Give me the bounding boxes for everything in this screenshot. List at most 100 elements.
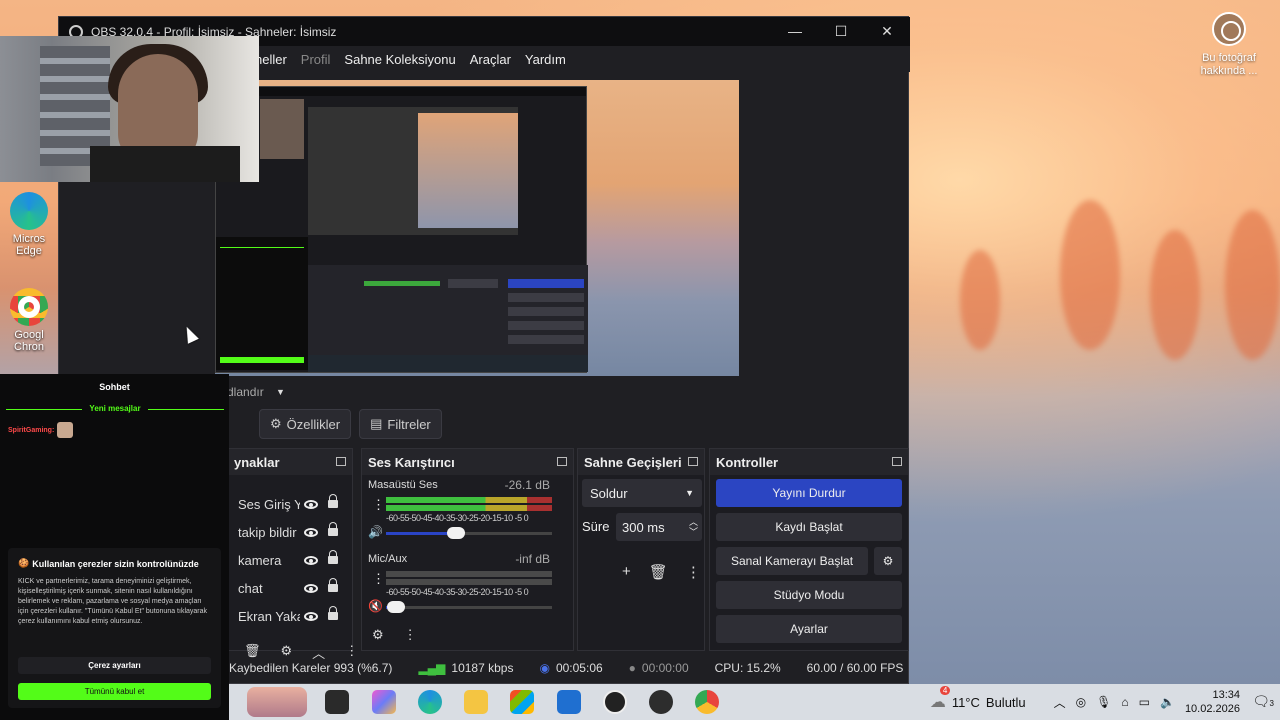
- obs-taskbar-icon[interactable]: [603, 690, 627, 714]
- stream-time: 00:05:06: [555, 661, 603, 675]
- minimize-button[interactable]: —: [772, 23, 818, 40]
- controls-dock-title: Kontroller: [716, 454, 779, 470]
- chevron-down-icon: ▼: [685, 488, 694, 498]
- speaker-icon[interactable]: 🔊: [368, 525, 383, 539]
- settings-button[interactable]: Ayarlar: [716, 615, 902, 643]
- maximize-button[interactable]: ☐: [818, 23, 864, 40]
- clock[interactable]: 13:34 10.02.2026: [1185, 688, 1240, 716]
- add-icon[interactable]: +: [622, 563, 631, 581]
- more-icon[interactable]: ⋮: [372, 497, 385, 513]
- lock-icon[interactable]: [328, 522, 338, 536]
- close-button[interactable]: ✕: [864, 23, 910, 40]
- cookie-settings-button[interactable]: Çerez ayarları: [18, 657, 211, 674]
- virtual-cam-button[interactable]: Sanal Kamerayı Başlat: [716, 547, 868, 575]
- more-icon[interactable]: ⋮: [404, 627, 417, 643]
- cookie-icon: 🍪: [18, 558, 30, 568]
- more-icon[interactable]: ⋮: [686, 563, 701, 581]
- transition-select[interactable]: Soldur ▼: [582, 479, 702, 507]
- menu-scenes[interactable]: neller: [255, 52, 287, 67]
- chevron-up-icon[interactable]: ︿: [1054, 694, 1066, 711]
- popout-icon[interactable]: [557, 457, 567, 466]
- desktop-icon-chrome[interactable]: Googl Chron: [6, 288, 52, 353]
- file-explorer-icon[interactable]: [464, 690, 488, 714]
- menu-profile[interactable]: Profil: [301, 52, 331, 67]
- task-view-icon[interactable]: [325, 690, 349, 714]
- more-icon[interactable]: ⋮: [372, 571, 385, 587]
- popout-icon[interactable]: [336, 457, 346, 466]
- scene-preview[interactable]: [215, 80, 739, 376]
- cookie-title: Kullanılan çerezler sizin kontrolünüzde: [32, 558, 199, 569]
- edge-icon[interactable]: [418, 690, 442, 714]
- menu-scene-collection[interactable]: Sahne Koleksiyonu: [344, 52, 455, 67]
- nested-webcam: [260, 99, 304, 159]
- level-meter: [386, 571, 552, 577]
- source-item[interactable]: Ekran Yaka: [228, 602, 378, 630]
- source-item[interactable]: chat: [228, 574, 378, 602]
- media-player-icon[interactable]: [649, 690, 673, 714]
- volume-knob[interactable]: [386, 601, 405, 613]
- network-icon[interactable]: ⌂: [1121, 695, 1128, 709]
- wallpaper-flamingo: [960, 250, 1000, 350]
- copilot-icon[interactable]: [372, 690, 396, 714]
- source-item[interactable]: Ses Giriş Y: [228, 490, 378, 518]
- record-time: 00:00:00: [641, 661, 689, 675]
- microphone-icon[interactable]: 🎙: [1096, 695, 1111, 709]
- eye-icon[interactable]: [304, 583, 318, 593]
- camera-icon: [1212, 12, 1246, 46]
- menu-help[interactable]: Yardım: [525, 52, 566, 67]
- record-icon: ●: [628, 661, 636, 675]
- meet-now-icon[interactable]: ◎: [1076, 695, 1086, 709]
- edge-icon: [10, 192, 48, 230]
- photo-info-shortcut[interactable]: Bu fotoğraf hakkında ...: [1196, 12, 1262, 78]
- source-item[interactable]: kamera: [228, 546, 378, 574]
- eye-icon[interactable]: [304, 555, 318, 565]
- muted-mic-icon[interactable]: 🔇: [368, 599, 383, 613]
- lock-icon[interactable]: [328, 550, 338, 564]
- duration-stepper[interactable]: 300 ms ︿ ﹀: [616, 513, 702, 541]
- outlook-icon[interactable]: [557, 690, 581, 714]
- popout-icon[interactable]: [892, 457, 902, 466]
- widgets-icon[interactable]: [247, 687, 307, 717]
- filters-button[interactable]: ▤ Filtreler: [359, 409, 442, 439]
- volume-icon[interactable]: 🔈: [1160, 695, 1175, 709]
- chevron-down-icon[interactable]: ▼: [276, 387, 285, 397]
- transitions-dock-title: Sahne Geçişleri: [584, 454, 682, 470]
- eye-icon[interactable]: [304, 499, 318, 509]
- clock-date: 10.02.2026: [1184, 703, 1240, 715]
- store-icon[interactable]: [510, 690, 534, 714]
- studio-mode-button[interactable]: Stüdyo Modu: [716, 581, 902, 609]
- lock-icon[interactable]: [328, 494, 338, 508]
- volume-slider[interactable]: [386, 601, 552, 613]
- eye-icon[interactable]: [304, 527, 318, 537]
- desktop-icon-edge[interactable]: Micros Edge: [6, 192, 52, 257]
- accept-all-button[interactable]: Tümünü kabul et: [18, 683, 211, 700]
- stepper-arrows-icon[interactable]: ︿ ﹀: [689, 517, 698, 537]
- menu-tools[interactable]: Araçlar: [470, 52, 511, 67]
- virtual-cam-settings-icon[interactable]: ⚙: [874, 547, 902, 575]
- lock-icon[interactable]: [328, 606, 338, 620]
- source-item[interactable]: takip bildir: [228, 518, 378, 546]
- chrome-icon[interactable]: [695, 690, 719, 714]
- mixer-dock-title: Ses Karıştırıcı: [368, 454, 455, 470]
- notification-count: 3: [1269, 699, 1274, 708]
- meter-ticks: -60-55-50-45-40-35-30-25-20-15-10 -5 0: [386, 513, 529, 523]
- battery-icon[interactable]: ▭: [1139, 695, 1150, 709]
- desktop-icon-label: Googl Chron: [14, 329, 44, 353]
- trash-icon[interactable]: 🗑: [649, 563, 668, 581]
- weather-desc: Bulutlu: [985, 694, 1026, 710]
- volume-slider[interactable]: [386, 527, 552, 539]
- cloud-icon[interactable]: ☁ 4: [930, 686, 951, 712]
- source-label: kamera: [238, 552, 282, 568]
- gear-icon[interactable]: ⚙: [372, 627, 384, 643]
- eye-icon[interactable]: [304, 611, 318, 621]
- volume-knob[interactable]: [446, 527, 465, 539]
- stop-stream-button[interactable]: Yayını Durdur: [716, 479, 902, 507]
- start-record-button[interactable]: Kaydı Başlat: [716, 513, 902, 541]
- notification-icon[interactable]: 🗨 3: [1252, 693, 1274, 710]
- popout-icon[interactable]: [688, 457, 698, 466]
- nested-title: [216, 87, 586, 96]
- properties-button[interactable]: ⚙ Özellikler: [259, 409, 352, 439]
- lock-icon[interactable]: [328, 578, 338, 592]
- filter-icon: ▤: [370, 416, 383, 431]
- level-meter: [386, 497, 552, 503]
